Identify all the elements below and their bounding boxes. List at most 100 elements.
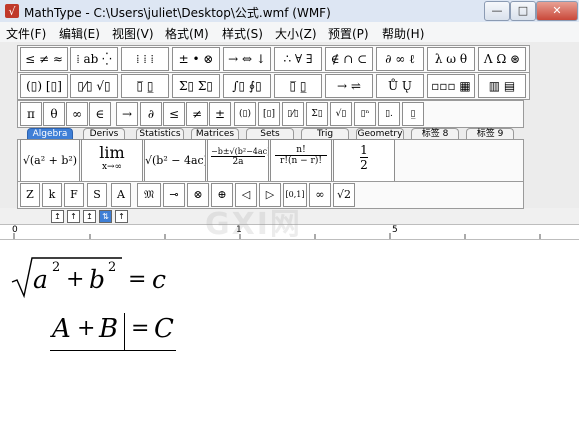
menu-preferences[interactable]: 预置(P) <box>328 25 369 42</box>
template-quadratic-denominator: 2a <box>232 157 244 167</box>
template-half-numerator: 1 <box>360 143 368 158</box>
fraction-template-button[interactable]: ▯⁄▯ <box>282 102 304 126</box>
fence-palette-button[interactable]: (▯) [▯] <box>20 74 68 98</box>
template-limit-bottom: x→∞ <box>101 162 123 172</box>
eq1-exponent-1: 2 <box>52 260 61 275</box>
template-combination-denominator: r!(n − r)! <box>280 156 322 166</box>
superscript-template-button[interactable]: ▯ⁿ <box>354 102 376 126</box>
symbol-element-of-button[interactable]: ∈ <box>89 102 111 126</box>
integral-palette-button[interactable]: ∫▯ ∮▯ <box>223 74 271 98</box>
template-quadratic-numerator: −b±√(b²−4ac) <box>211 147 269 157</box>
eq2-equals: = <box>131 316 150 341</box>
menu-format[interactable]: 格式(M) <box>165 25 209 42</box>
operators-palette-button[interactable]: ± • ⊗ <box>172 47 220 71</box>
labeled-arrow-palette-button[interactable]: → ⇌ <box>325 74 373 98</box>
template-combination-numerator: n! <box>275 145 327 156</box>
eq1-var-b: b <box>89 265 106 294</box>
close-button[interactable]: ✕ <box>536 1 578 21</box>
small-bar-item[interactable]: √2 <box>333 183 355 207</box>
sum-template-button[interactable]: Σ▯ <box>306 102 328 126</box>
ruler-mark-5: 5 <box>392 225 398 235</box>
menu-style[interactable]: 样式(S) <box>222 25 263 42</box>
small-bar-item[interactable]: Z <box>20 183 40 207</box>
menu-bar: 文件(F) 编辑(E) 视图(V) 格式(M) 样式(S) 大小(Z) 预置(P… <box>0 22 579 43</box>
bracket-template-button[interactable]: [▯] <box>258 102 280 126</box>
arrows-palette-button[interactable]: → ⇔ ↓ <box>223 47 271 71</box>
menu-size[interactable]: 大小(Z) <box>275 25 317 42</box>
template-combination[interactable]: n! r!(n − r)! <box>270 139 332 182</box>
menu-help[interactable]: 帮助(H) <box>382 25 424 42</box>
box-palette-button[interactable]: ▥ ▤ <box>478 74 526 98</box>
minimize-button[interactable]: — <box>484 1 510 21</box>
symbol-leq-button[interactable]: ≤ <box>163 102 185 126</box>
template-half-denominator: 2 <box>360 158 368 172</box>
template-discriminant-sqrt[interactable]: √(b² − 4ac) <box>144 139 206 182</box>
misc-palette-button[interactable]: ∂ ∞ ℓ <box>376 47 424 71</box>
ruler-mark-0: 0 <box>12 225 18 235</box>
eq2-plus: + <box>77 316 96 341</box>
symbol-pi-button[interactable]: π <box>20 102 42 126</box>
template-discriminant-label: √(b² − 4ac) <box>145 154 206 167</box>
mathtype-app-icon: √ <box>5 4 19 18</box>
eq2-var-B: B <box>99 314 119 344</box>
sqrt-template-button[interactable]: √▯ <box>330 102 352 126</box>
size-button[interactable]: ↥ <box>83 210 96 223</box>
small-bar-item[interactable]: S <box>87 183 107 207</box>
eq2-var-A: A <box>52 314 71 344</box>
symbol-neq-button[interactable]: ≠ <box>186 102 208 126</box>
eq1-equals: = <box>128 267 147 292</box>
menu-view[interactable]: 视图(V) <box>112 25 154 42</box>
matrix-palette-button[interactable]: ▫▫▫ ▦ <box>427 74 475 98</box>
maximize-button[interactable]: □ <box>510 1 536 21</box>
symbol-arrow-button[interactable]: → <box>116 102 138 126</box>
paren-template-button[interactable]: (▯) <box>234 102 256 126</box>
greek-upper-palette-button[interactable]: Λ Ω ⊛ <box>478 47 526 71</box>
template-limit-top: lim <box>99 143 125 162</box>
symbol-theta-button[interactable]: θ <box>43 102 65 126</box>
window-title: MathType - C:\Users\juliet\Desktop\公式.wm… <box>24 6 331 20</box>
size-button[interactable]: ↑ <box>67 210 80 223</box>
size-button[interactable]: ↥ <box>51 210 64 223</box>
small-bar-item[interactable]: ∞ <box>309 183 331 207</box>
menu-file[interactable]: 文件(F) <box>6 25 46 42</box>
size-button[interactable]: ↑ <box>115 210 128 223</box>
script-palette-button[interactable]: ▯̅ ▯̲ <box>121 74 169 98</box>
fraction-radical-palette-button[interactable]: ▯⁄▯ √▯ <box>70 74 118 98</box>
symbol-infinity-button[interactable]: ∞ <box>66 102 88 126</box>
small-bar-item[interactable]: A <box>111 183 131 207</box>
small-bar-item[interactable]: F <box>64 183 84 207</box>
template-pythagoras-label: √(a² + b²) <box>22 154 78 167</box>
line-underline <box>50 350 176 351</box>
subscript-template-button[interactable]: ▯. <box>378 102 400 126</box>
spaces-palette-button[interactable]: ⁞ ab ⁛ <box>70 47 118 71</box>
title-bar: √ MathType - C:\Users\juliet\Desktop\公式.… <box>0 0 579 23</box>
embellishments-palette-button[interactable]: ⁞ ⁞ ⁞ <box>121 47 169 71</box>
template-quadratic-formula[interactable]: −b±√(b²−4ac) 2a <box>207 139 269 182</box>
eq1-var-a: a <box>33 265 48 294</box>
small-bar-item[interactable]: ⊸ <box>163 183 185 207</box>
summation-palette-button[interactable]: Σ▯ Σ▯ <box>172 74 220 98</box>
symbol-partial-button[interactable]: ∂ <box>140 102 162 126</box>
underbar-template-button[interactable]: ▯̲ <box>402 102 424 126</box>
menu-edit[interactable]: 编辑(E) <box>59 25 100 42</box>
template-one-half[interactable]: 1 2 <box>333 139 395 182</box>
small-bar-item[interactable]: k <box>42 183 62 207</box>
symbol-plusminus-button[interactable]: ± <box>209 102 231 126</box>
relations-palette-button[interactable]: ≤ ≠ ≈ <box>20 47 68 71</box>
eq1-exponent-2: 2 <box>108 260 117 275</box>
size-button-active[interactable]: ⇅ <box>99 210 112 223</box>
small-bar-item[interactable]: 𝔐 <box>137 183 161 207</box>
greek-lower-palette-button[interactable]: λ ω θ <box>427 47 475 71</box>
equation-editor-area[interactable]: a 2 + b 2 = c A + B = C <box>0 240 579 436</box>
text-cursor <box>124 313 125 351</box>
bar-palette-button[interactable]: ▯̅ ▯̲ <box>274 74 322 98</box>
eq1-plus: + <box>66 267 85 292</box>
eq1-var-c: c <box>152 265 167 294</box>
template-pythagoras-sqrt[interactable]: √(a² + b²) <box>20 139 80 182</box>
products-palette-button[interactable]: Ů Ų <box>376 74 424 98</box>
sets-palette-button[interactable]: ∉ ∩ ⊂ <box>325 47 373 71</box>
template-limit[interactable]: lim x→∞ <box>81 139 143 182</box>
logic-palette-button[interactable]: ∴ ∀ ∃ <box>274 47 322 71</box>
eq2-var-C: C <box>154 314 174 344</box>
watermark: GXI网 <box>205 207 302 242</box>
